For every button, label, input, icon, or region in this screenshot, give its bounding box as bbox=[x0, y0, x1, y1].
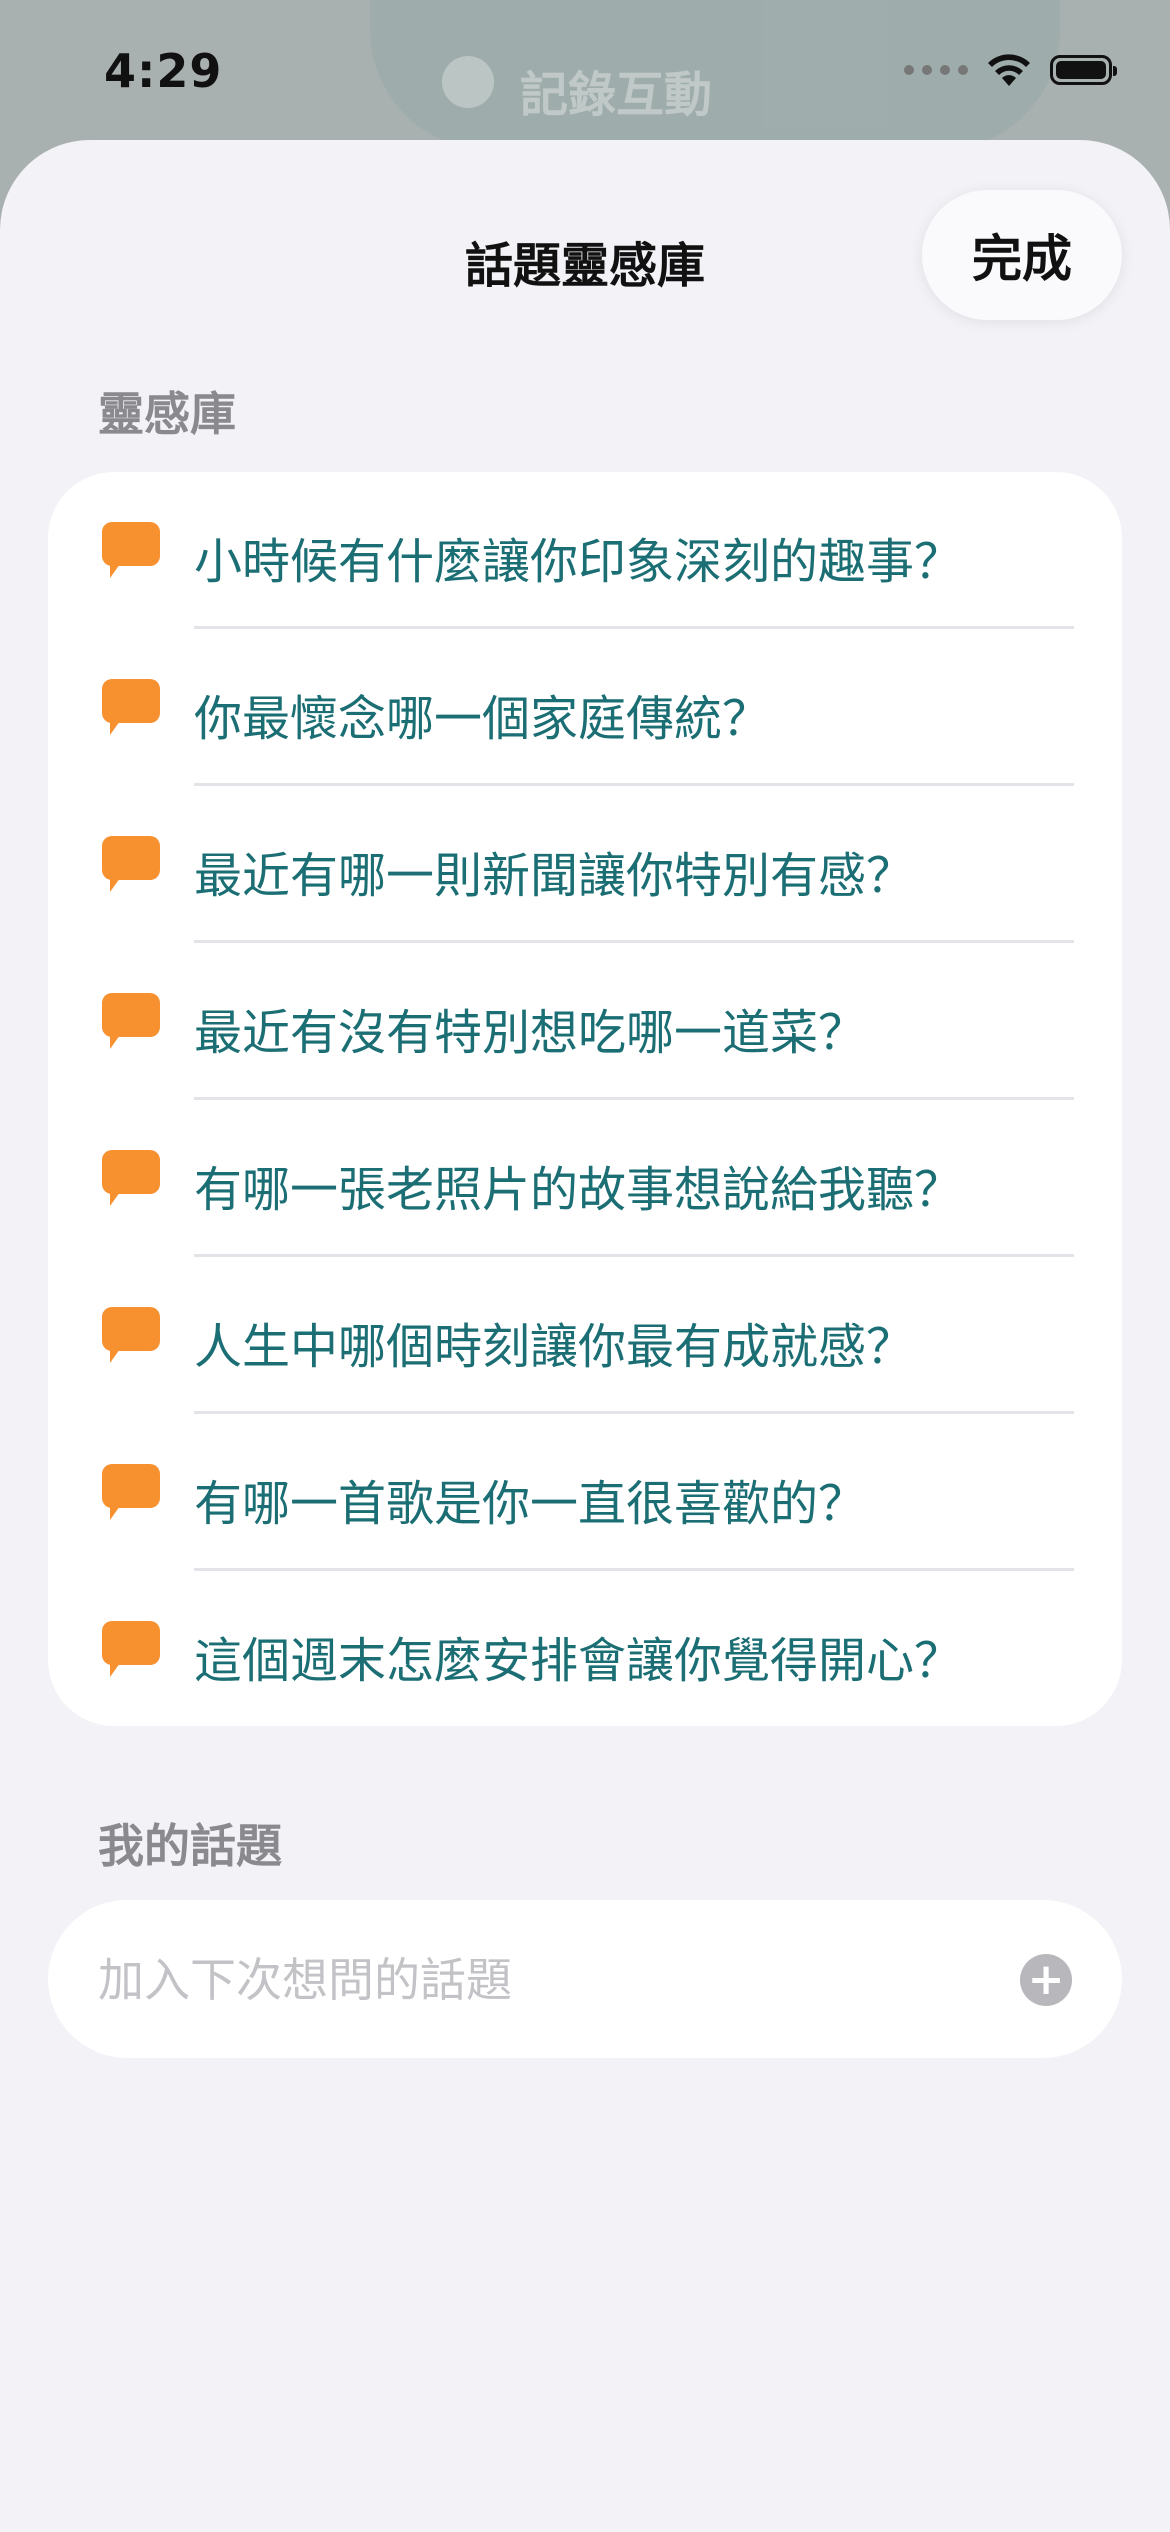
speech-bubble-icon bbox=[102, 679, 160, 735]
library-item[interactable]: 人生中哪個時刻讓你最有成就感？ bbox=[48, 1257, 1122, 1414]
library-item-text: 這個週末怎麼安排會讓你覺得開心？ bbox=[194, 1633, 963, 1689]
library-item[interactable]: 有哪一張老照片的故事想說給我聽？ bbox=[48, 1100, 1122, 1257]
speech-bubble-icon bbox=[102, 836, 160, 892]
speech-bubble-icon bbox=[102, 1150, 160, 1206]
speech-bubble-icon bbox=[102, 1307, 160, 1363]
library-item[interactable]: 這個週末怎麼安排會讓你覺得開心？ bbox=[48, 1571, 1122, 1726]
plus-circle-icon[interactable]: + bbox=[1020, 1954, 1072, 2006]
library-item-text: 你最懷念哪一個家庭傳統？ bbox=[194, 691, 771, 747]
library-item-text: 最近有哪一則新聞讓你特別有感？ bbox=[194, 848, 915, 904]
add-topic-input[interactable] bbox=[96, 1900, 1000, 2060]
library-item[interactable]: 你最懷念哪一個家庭傳統？ bbox=[48, 629, 1122, 786]
speech-bubble-icon bbox=[102, 993, 160, 1049]
status-icons bbox=[904, 52, 1117, 88]
signal-icon bbox=[904, 65, 968, 75]
library-list: 小時候有什麼讓你印象深刻的趣事？ 你最懷念哪一個家庭傳統？ 最近有哪一則新聞讓你… bbox=[48, 472, 1122, 1726]
library-heading: 靈感庫 bbox=[98, 387, 236, 441]
backdrop-label: 記錄互動 bbox=[520, 67, 713, 123]
library-item[interactable]: 小時候有什麼讓你印象深刻的趣事？ bbox=[48, 472, 1122, 629]
speech-bubble-icon bbox=[102, 1464, 160, 1520]
library-item-text: 人生中哪個時刻讓你最有成就感？ bbox=[194, 1319, 915, 1375]
library-item-text: 有哪一張老照片的故事想說給我聽？ bbox=[194, 1162, 963, 1218]
done-button[interactable]: 完成 bbox=[922, 190, 1122, 320]
speech-bubble-icon bbox=[102, 1621, 160, 1677]
library-item[interactable]: 最近有哪一則新聞讓你特別有感？ bbox=[48, 786, 1122, 943]
plus-icon bbox=[442, 56, 494, 108]
library-item-text: 最近有沒有特別想吃哪一道菜？ bbox=[194, 1005, 867, 1061]
battery-icon bbox=[1050, 55, 1117, 85]
library-item[interactable]: 最近有沒有特別想吃哪一道菜？ bbox=[48, 943, 1122, 1100]
wifi-icon bbox=[988, 54, 1030, 86]
library-item-text: 有哪一首歌是你一直很喜歡的？ bbox=[194, 1476, 867, 1532]
library-item-text: 小時候有什麼讓你印象深刻的趣事？ bbox=[194, 534, 963, 590]
my-topics-heading: 我的話題 bbox=[98, 1819, 282, 1873]
status-bar: 記錄互動 4:29 bbox=[0, 0, 1170, 150]
topic-sheet: 話題靈感庫 完成 靈感庫 小時候有什麼讓你印象深刻的趣事？ 你最懷念哪一個家庭傳… bbox=[0, 140, 1170, 2532]
speech-bubble-icon bbox=[102, 522, 160, 578]
status-time: 4:29 bbox=[104, 44, 223, 98]
add-topic-field: + bbox=[48, 1900, 1122, 2060]
library-item[interactable]: 有哪一首歌是你一直很喜歡的？ bbox=[48, 1414, 1122, 1571]
